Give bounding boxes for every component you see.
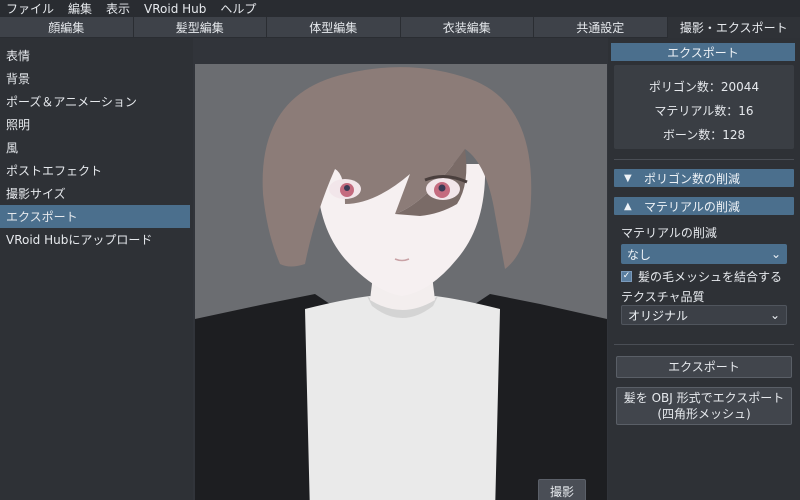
material-reduction-toggle[interactable]: ▲ マテリアルの削減 [614,197,794,215]
sidebar-item-vroid-hub-upload[interactable]: VRoid Hubにアップロード [0,228,190,251]
avatar-render [195,64,607,500]
sidebar-item-wind[interactable]: 風 [0,136,190,159]
menu-view[interactable]: 表示 [106,0,130,17]
shoot-button[interactable]: 撮影 [538,479,586,500]
sidebar-item-export[interactable]: エクスポート [0,205,190,228]
menu-edit[interactable]: 編集 [68,0,92,17]
sidebar-item-background[interactable]: 背景 [0,67,190,90]
polygon-reduction-toggle[interactable]: ▼ ポリゴン数の削減 [614,169,794,187]
tab-outfit-edit[interactable]: 衣装編集 [399,17,533,38]
material-reduction-value: なし [627,247,652,262]
tab-common-settings[interactable]: 共通設定 [533,17,667,38]
tab-photo-export[interactable]: 撮影・エクスポート [666,17,800,38]
tab-hair-edit[interactable]: 髪型編集 [132,17,266,38]
main-tab-bar: 顔編集 髪型編集 体型編集 衣装編集 共通設定 撮影・エクスポート [0,17,800,38]
sidebar-item-post-effect[interactable]: ポストエフェクト [0,159,190,182]
menu-vroid-hub[interactable]: VRoid Hub [144,2,206,16]
texture-quality-label: テクスチャ品質 [621,290,705,304]
export-hair-obj-button[interactable]: 髪を OBJ 形式でエクスポート (四角形メッシュ) [616,387,792,425]
sidebar-item-lighting[interactable]: 照明 [0,113,190,136]
menu-help[interactable]: ヘルプ [220,0,256,17]
divider [614,159,794,160]
tab-body-edit[interactable]: 体型編集 [266,17,400,38]
viewport: 撮影 [193,38,608,500]
export-panel: エクスポート ポリゴン数：20044 マテリアル数：16 ボーン数：128 ▼ … [608,38,800,500]
chevron-up-icon: ▲ [624,200,632,212]
merge-hair-mesh-row[interactable]: ✓ 髪の毛メッシュを結合する [621,268,782,285]
menu-bar: ファイル 編集 表示 VRoid Hub ヘルプ [0,0,800,17]
texture-quality-value: オリジナル [628,308,689,323]
export-button[interactable]: エクスポート [616,356,792,378]
tab-face-edit[interactable]: 顔編集 [0,17,133,38]
sidebar: 表情 背景 ポーズ＆アニメーション 照明 風 ポストエフェクト 撮影サイズ エク… [0,38,193,500]
material-count: マテリアル数：16 [654,104,754,118]
polygon-reduction-label: ポリゴン数の削減 [644,171,741,186]
export-hair-obj-sublabel: (四角形メッシュ) [657,407,751,421]
export-panel-title: エクスポート [611,43,795,61]
3d-canvas[interactable]: 撮影 [195,64,607,500]
chevron-down-icon: ⌄ [769,308,780,322]
model-stats: ポリゴン数：20044 マテリアル数：16 ボーン数：128 [614,65,794,149]
menu-file[interactable]: ファイル [6,0,54,17]
material-reduction-select[interactable]: なし ⌄ [621,244,787,264]
material-reduction-label: マテリアルの削減 [644,199,740,214]
merge-hair-mesh-label: 髪の毛メッシュを結合する [638,270,783,284]
sidebar-item-expression[interactable]: 表情 [0,44,190,67]
bone-count: ボーン数：128 [662,128,746,142]
sidebar-item-shoot-size[interactable]: 撮影サイズ [0,182,190,205]
divider [614,344,794,345]
polygon-count: ポリゴン数：20044 [648,80,760,94]
export-hair-obj-label: 髪を OBJ 形式でエクスポート [623,391,785,405]
material-reduction-field-label: マテリアルの削減 [621,226,717,240]
sidebar-item-pose-animation[interactable]: ポーズ＆アニメーション [0,90,190,113]
merge-hair-mesh-checkbox[interactable]: ✓ [621,271,632,282]
texture-quality-select[interactable]: オリジナル ⌄ [621,305,787,325]
chevron-down-icon: ⌄ [770,247,781,261]
chevron-down-icon: ▼ [624,172,632,184]
